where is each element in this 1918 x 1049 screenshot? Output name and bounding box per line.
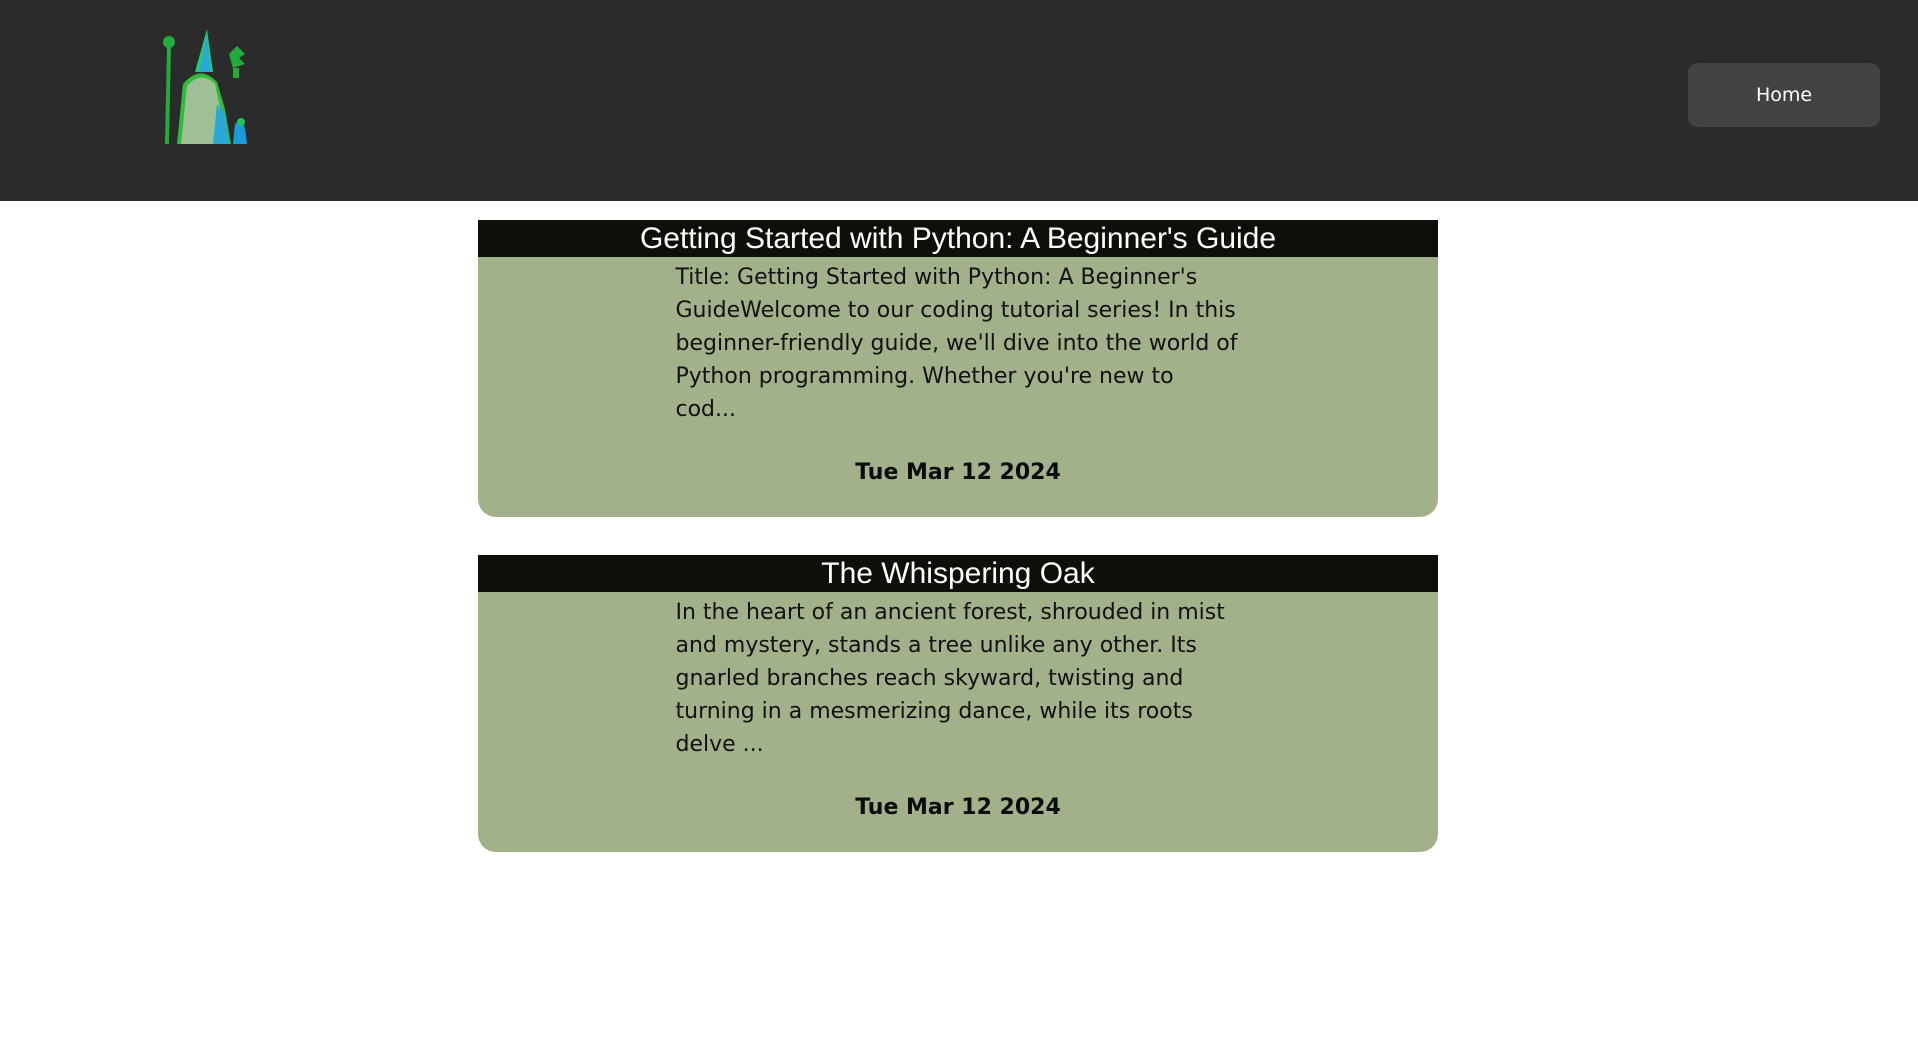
post-title[interactable]: The Whispering Oak (478, 555, 1438, 592)
post-card[interactable]: The Whispering Oak In the heart of an an… (478, 555, 1438, 852)
home-button[interactable]: Home (1688, 63, 1880, 127)
site-header: Home (0, 0, 1918, 201)
post-card[interactable]: Getting Started with Python: A Beginner'… (478, 220, 1438, 517)
post-title[interactable]: Getting Started with Python: A Beginner'… (478, 220, 1438, 257)
wizard-logo-icon[interactable] (155, 24, 255, 154)
post-list: Getting Started with Python: A Beginner'… (478, 220, 1438, 890)
post-excerpt: In the heart of an ancient forest, shrou… (675, 600, 1225, 757)
post-excerpt: Title: Getting Started with Python: A Be… (675, 265, 1238, 422)
post-date: Tue Mar 12 2024 (855, 460, 1061, 485)
post-date: Tue Mar 12 2024 (855, 795, 1061, 820)
